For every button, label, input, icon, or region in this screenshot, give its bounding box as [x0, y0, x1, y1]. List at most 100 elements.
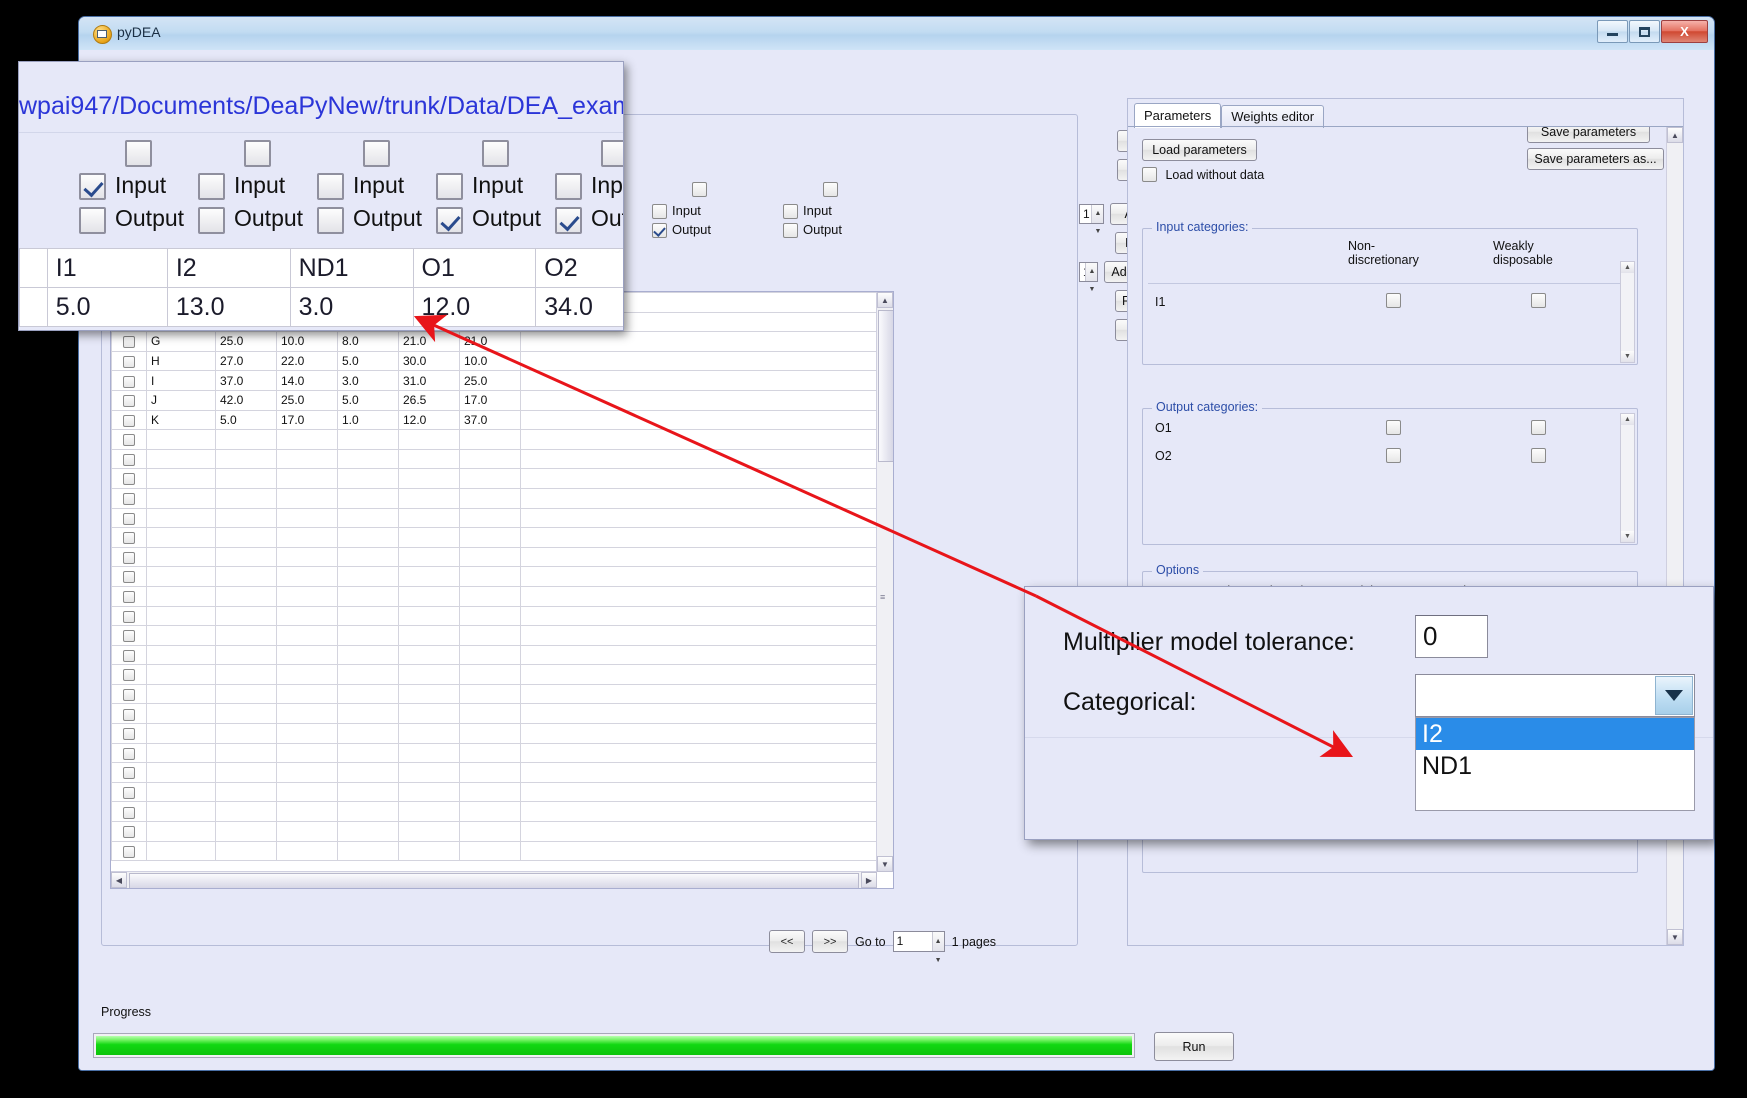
overlay-cell[interactable]: 3.0: [289, 287, 414, 327]
row-name-cell[interactable]: [146, 507, 216, 529]
overlay-output-checkbox[interactable]: [436, 206, 463, 234]
row-value-cell[interactable]: [276, 723, 338, 744]
row-name-cell[interactable]: K: [146, 409, 216, 431]
input-I1-non-discretionary-checkbox[interactable]: [1386, 293, 1401, 308]
row-value-cell[interactable]: [215, 840, 277, 862]
row-value-cell[interactable]: [215, 664, 277, 685]
row-value-cell[interactable]: [276, 448, 338, 470]
overlay-cell[interactable]: O1: [412, 248, 537, 288]
row-value-cell[interactable]: [459, 429, 521, 450]
row-value-cell[interactable]: [215, 625, 277, 646]
row-name-cell[interactable]: [146, 487, 216, 509]
row-value-cell[interactable]: [215, 468, 277, 489]
row-value-cell[interactable]: [459, 723, 521, 744]
input-scroll-up-icon[interactable]: ▲: [1621, 262, 1634, 273]
row-value-cell[interactable]: [337, 527, 399, 548]
row-value-cell[interactable]: [215, 429, 277, 450]
input-scroll-down-icon[interactable]: ▼: [1621, 351, 1634, 362]
row-value-cell[interactable]: [459, 683, 521, 705]
scroll-up-icon[interactable]: ▲: [877, 292, 893, 308]
overlay-output-row[interactable]: Output: [317, 205, 436, 234]
table-row[interactable]: [111, 703, 893, 725]
overlay-column-select-checkbox[interactable]: [317, 140, 436, 167]
row-value-cell[interactable]: [276, 566, 338, 587]
table-row[interactable]: K 5.0 17.0 1.0 12.0 37.0: [111, 409, 893, 431]
multiplier-tolerance-input[interactable]: 0: [1415, 615, 1488, 658]
overlay-output-row[interactable]: Output: [79, 205, 198, 234]
row-spare-cell[interactable]: [520, 566, 893, 587]
row-select-checkbox-cell[interactable]: [111, 429, 147, 450]
row-spare-cell[interactable]: [520, 487, 893, 509]
output-scroll-down-icon[interactable]: ▼: [1621, 531, 1634, 542]
row-value-cell[interactable]: [215, 566, 277, 587]
row-value-cell[interactable]: [276, 801, 338, 823]
row-select-checkbox-cell[interactable]: [111, 507, 147, 529]
page-spinner-arrows[interactable]: ▲ ▼: [931, 932, 944, 964]
row-name-cell[interactable]: [146, 585, 216, 607]
row-select-checkbox-cell[interactable]: [111, 389, 147, 411]
overlay-input-row[interactable]: Input: [555, 172, 623, 201]
overlay-cell[interactable]: ND1: [289, 248, 414, 288]
table-row[interactable]: [111, 566, 893, 587]
row-value-cell[interactable]: [459, 625, 521, 646]
row-value-cell[interactable]: [398, 585, 460, 607]
output-categories-scrollbar[interactable]: ▲ ▼: [1620, 413, 1635, 543]
row-value-cell[interactable]: [276, 840, 338, 862]
row-value-cell[interactable]: [215, 801, 277, 823]
row-select-checkbox-cell[interactable]: [111, 664, 147, 685]
overlay-output-checkbox[interactable]: [317, 206, 344, 234]
parameters-scroll-up-icon[interactable]: ▲: [1667, 127, 1683, 143]
add-rows-spinner-arrows[interactable]: ▲ ▼: [1091, 205, 1104, 235]
table-row[interactable]: [111, 468, 893, 489]
overlay-input-row[interactable]: Input: [436, 172, 555, 201]
row-select-checkbox-cell[interactable]: [111, 781, 147, 803]
row-value-cell[interactable]: [398, 664, 460, 685]
row-value-cell[interactable]: [459, 487, 521, 509]
row-value-cell[interactable]: [337, 840, 399, 862]
overlay-input-row[interactable]: Input: [317, 172, 436, 201]
row-name-cell[interactable]: [146, 566, 216, 587]
output-O2-weakly-disposable-checkbox[interactable]: [1531, 448, 1546, 463]
row-value-cell[interactable]: [337, 448, 399, 470]
save-parameters-button[interactable]: Save parameters: [1527, 127, 1650, 143]
row-name-cell[interactable]: [146, 801, 216, 823]
row-value-cell[interactable]: [276, 664, 338, 685]
row-value-cell[interactable]: [215, 821, 277, 842]
categorical-dropdown-list[interactable]: I2 ND1: [1415, 717, 1695, 811]
table-row[interactable]: [111, 801, 893, 823]
row-spare-cell[interactable]: [520, 605, 893, 627]
row-select-checkbox-cell[interactable]: [111, 840, 147, 862]
row-value-cell[interactable]: [276, 527, 338, 548]
overlay-output-row[interactable]: Output: [436, 205, 555, 234]
row-value-cell[interactable]: [459, 781, 521, 803]
row-spare-cell[interactable]: [520, 468, 893, 489]
run-button[interactable]: Run: [1154, 1032, 1234, 1061]
row-name-cell[interactable]: H: [146, 350, 216, 372]
row-select-checkbox-cell[interactable]: [111, 527, 147, 548]
row-value-cell[interactable]: [398, 644, 460, 666]
row-value-cell[interactable]: 30.0: [398, 350, 460, 372]
row-spare-cell[interactable]: [520, 762, 893, 783]
row-value-cell[interactable]: [276, 507, 338, 529]
row-value-cell[interactable]: [459, 468, 521, 489]
row-value-cell[interactable]: [337, 781, 399, 803]
row-value-cell[interactable]: [215, 742, 277, 764]
row-name-cell[interactable]: J: [146, 389, 216, 411]
overlay-input-checkbox[interactable]: [198, 173, 225, 201]
maximize-button[interactable]: [1629, 20, 1660, 43]
row-spare-cell[interactable]: [520, 683, 893, 705]
row-value-cell[interactable]: 10.0: [276, 331, 338, 352]
row-value-cell[interactable]: [276, 429, 338, 450]
horizontal-scroll-thumb[interactable]: [129, 873, 859, 888]
overlay-cell[interactable]: 12.0: [412, 287, 537, 327]
add-columns-spinner[interactable]: 1 ▲▼: [1079, 262, 1099, 293]
row-spare-cell[interactable]: [520, 507, 893, 529]
parameters-scroll-down-icon[interactable]: ▼: [1667, 929, 1683, 945]
row-spare-cell[interactable]: [520, 409, 893, 431]
row-select-checkbox-cell[interactable]: [111, 331, 147, 352]
dropdown-item-nd1[interactable]: ND1: [1416, 750, 1694, 782]
row-value-cell[interactable]: [337, 762, 399, 783]
table-row[interactable]: I 37.0 14.0 3.0 31.0 25.0: [111, 370, 893, 391]
close-button[interactable]: X: [1661, 20, 1708, 43]
column-input-row[interactable]: Input: [634, 203, 765, 220]
